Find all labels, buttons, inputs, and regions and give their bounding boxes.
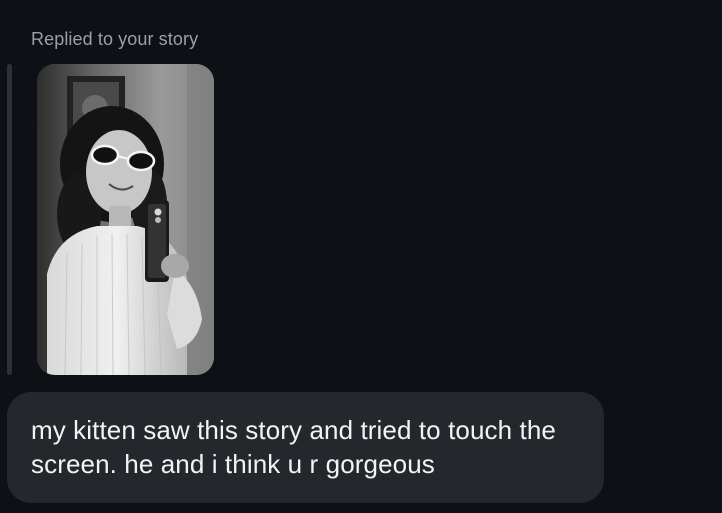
story-photo-illustration: [37, 64, 214, 375]
message-bubble[interactable]: my kitten saw this story and tried to to…: [7, 392, 604, 503]
reply-indicator-bar: [7, 64, 12, 375]
reply-label: Replied to your story: [31, 29, 199, 49]
message-text: my kitten saw this story and tried to to…: [31, 415, 556, 479]
story-thumbnail[interactable]: [37, 64, 214, 375]
